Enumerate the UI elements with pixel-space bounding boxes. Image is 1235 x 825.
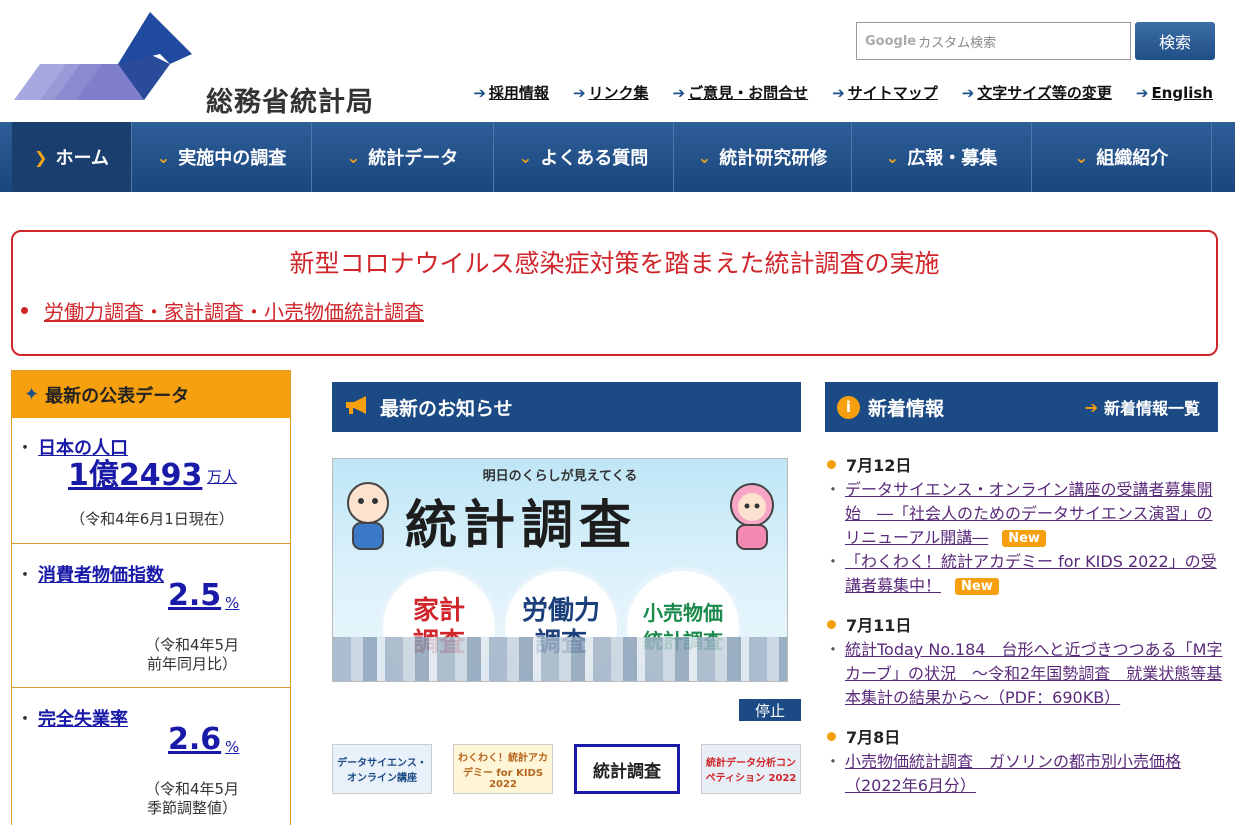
news-entry[interactable]: 統計Today No.184 台形へと近づきつつある「M字カーブ」の状況 ～令和… [825, 638, 1225, 710]
arrow-right-icon: ➔ [961, 83, 975, 102]
news-entry[interactable]: データサイエンス・オンライン講座の受講者募集開始 ―「社会人のためのデータサイエ… [825, 478, 1225, 550]
nav-statistics-data[interactable]: ⌄ 統計データ [312, 122, 494, 192]
bullet-icon [827, 619, 836, 629]
utility-nav: ➔ 採用情報 ➔ リンク集 ➔ ご意見・お問合せ ➔ サイトマップ ➔ 文字サイズ等の変更… [473, 82, 1213, 103]
new-badge: New [1002, 530, 1046, 547]
banner-thumb-3[interactable]: 統計調査 [574, 744, 680, 794]
slideshow-stop-button[interactable]: 停止 [739, 699, 801, 721]
stat-unit: % [225, 738, 240, 756]
survey-banner[interactable]: 明日のくらしが見えてくる 統計調査 家計調査 労働力調査 小売物価統計調査 [332, 458, 788, 682]
util-link-sitemap[interactable]: ➔ サイトマップ [832, 82, 938, 103]
latest-data-panel: ✦ 最新の公表データ 日本の人口 1億2493 万人 （令和4年6月1日現在） … [11, 370, 291, 825]
arrow-right-icon: ➔ [473, 83, 486, 102]
stat-unit: % [225, 594, 240, 612]
arrow-right-icon: ➔ [1135, 83, 1149, 102]
info-icon: i [837, 395, 860, 419]
alert-title: 新型コロナウイルス感染症対策を踏まえた統計調査の実施 [289, 249, 940, 278]
banner-thumb-4[interactable]: 統計データ分析コンペティション 2022 [701, 744, 801, 794]
stat-title[interactable]: 消費者物価指数 [16, 561, 164, 587]
mascot-right [725, 481, 779, 551]
banner-title: 統計調査 [405, 496, 638, 556]
chevron-down-icon: ⌄ [518, 147, 533, 167]
banner-thumb-2[interactable]: わくわく！統計アカデミー for KIDS 2022 [453, 744, 553, 794]
stat-note: （令和4年5月 前年同月比） [144, 636, 240, 673]
chevron-down-icon: ⌄ [346, 147, 361, 167]
nav-surveys[interactable]: ⌄ 実施中の調査 [132, 122, 312, 192]
util-link-text-size[interactable]: ➔ 文字サイズ等の変更 [962, 82, 1112, 103]
nav-training[interactable]: ⌄ 統計研究研修 [674, 122, 852, 192]
banner-tagline: 明日のくらしが見えてくる [482, 469, 638, 484]
util-link-english[interactable]: ➔ English [1136, 82, 1213, 103]
banner-thumb-1[interactable]: データサイエンス・オンライン講座 [332, 744, 432, 794]
nav-faq[interactable]: ⌄ よくある質問 [494, 122, 674, 192]
bullet-icon [21, 307, 28, 314]
new-badge: New [955, 578, 999, 595]
arrow-right-icon: ➔ [832, 83, 845, 102]
news-date: 7月11日 [825, 612, 1225, 636]
stat-cpi: 消費者物価指数 2.5 % （令和4年5月 前年同月比） [12, 544, 290, 688]
bullet-icon [827, 731, 836, 741]
search-input[interactable]: Google カスタム検索 [856, 22, 1131, 60]
arrow-right-icon: ➔ [672, 83, 686, 102]
chevron-right-icon: ❯ [34, 147, 48, 167]
latest-data-header: ✦ 最新の公表データ [12, 371, 290, 418]
nav-pr[interactable]: ⌄ 広報・募集 [852, 122, 1032, 192]
bullet-icon [827, 459, 836, 469]
stat-note: （令和4年6月1日現在） [70, 510, 234, 528]
stat-value[interactable]: 1億2493 [68, 450, 202, 494]
stat-unit: 万人 [207, 468, 238, 486]
main-nav: ❯ ホーム ⌄ 実施中の調査 ⌄ 統計データ ⌄ よくある質問 ⌄ 統計研究研修 ⌄ 広報・… [0, 122, 1235, 192]
news-date: 7月12日 [825, 452, 1225, 476]
arrow-right-icon: ➔ [572, 83, 586, 102]
news-header: 最新のお知らせ [332, 382, 801, 432]
mascot-left [341, 481, 395, 551]
chevron-down-icon: ⌄ [1074, 147, 1089, 167]
nav-organization[interactable]: ⌄ 組織紹介 [1032, 122, 1212, 192]
google-label: Google [865, 33, 917, 49]
chevron-down-icon: ⌄ [885, 147, 900, 167]
covid-alert: 新型コロナウイルス感染症対策を踏まえた統計調査の実施 労働力調査・家計調査・小売… [11, 230, 1218, 356]
whats-new-header: i 新着情報 ➔ 新着情報一覧 [825, 382, 1218, 432]
stat-population: 日本の人口 1億2493 万人 （令和4年6月1日現在） [12, 418, 290, 544]
chevron-down-icon: ⌄ [156, 147, 171, 167]
news-entry[interactable]: 小売物価統計調査 ガソリンの都市別小売価格（2022年6月分） [825, 750, 1225, 798]
search-placeholder: カスタム検索 [918, 35, 997, 51]
stat-title[interactable]: 完全失業率 [16, 705, 128, 731]
search-button[interactable]: 検索 [1135, 22, 1215, 60]
megaphone-icon [344, 395, 370, 420]
util-link-contact[interactable]: ➔ ご意見・お問合せ [673, 82, 809, 103]
news-date: 7月8日 [825, 724, 1225, 748]
util-link-recruit[interactable]: ➔ 採用情報 [473, 82, 549, 103]
logo-mark [14, 12, 192, 100]
sparkle-icon: ✦ [24, 384, 40, 405]
news-entry[interactable]: 「わくわく！統計アカデミー for KIDS 2022」の受講者募集中！New [825, 550, 1225, 598]
chevron-down-icon: ⌄ [697, 147, 712, 167]
banner-cityscape [333, 637, 787, 681]
site-name: 総務省統計局 [206, 87, 374, 118]
whats-new-list: 7月12日 データサイエンス・オンライン講座の受講者募集開始 ―「社会人のための… [825, 452, 1225, 798]
stat-value[interactable]: 2.5 [168, 578, 221, 613]
stat-note: （令和4年5月 季節調整値） [144, 780, 240, 817]
arrow-right-icon: ➔ [1084, 397, 1098, 417]
whats-new-list-link[interactable]: ➔ 新着情報一覧 [1085, 395, 1200, 419]
site-logo[interactable]: 総務省統計局 [10, 12, 390, 118]
stat-value[interactable]: 2.6 [168, 722, 221, 757]
util-link-links[interactable]: ➔ リンク集 [573, 82, 649, 103]
nav-home[interactable]: ❯ ホーム [12, 122, 132, 192]
alert-link[interactable]: 労働力調査・家計調査・小売物価統計調査 [21, 296, 424, 325]
stat-unemployment: 完全失業率 2.6 % （令和4年5月 季節調整値） [12, 688, 290, 825]
